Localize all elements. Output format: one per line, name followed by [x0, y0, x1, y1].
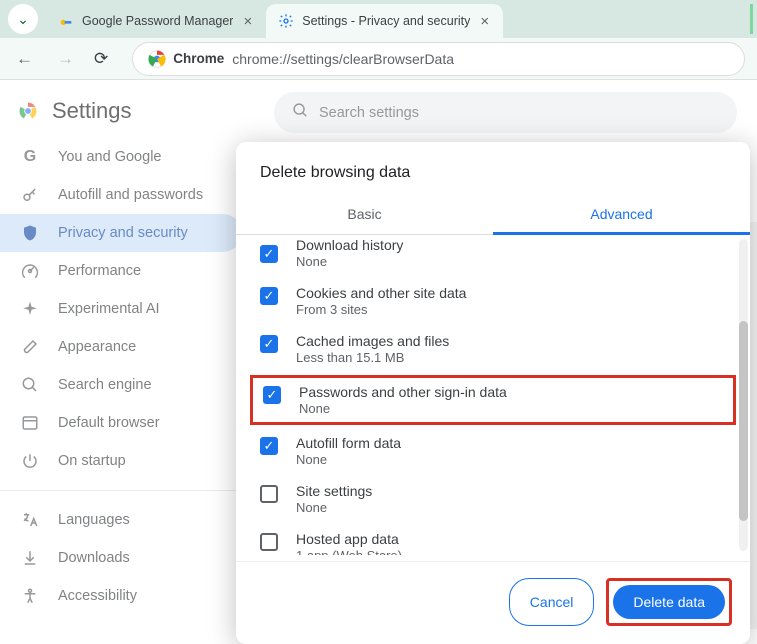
sidebar-item-search-engine[interactable]: Search engine — [0, 366, 242, 404]
checkbox[interactable] — [260, 485, 278, 503]
sidebar-item-label: On startup — [58, 453, 126, 469]
sidebar-item-label: Performance — [58, 263, 141, 279]
delete-data-button[interactable]: Delete data — [613, 585, 725, 619]
sidebar-item-on-startup[interactable]: On startup — [0, 442, 242, 480]
browser-tab[interactable]: Settings - Privacy and security × — [266, 4, 503, 38]
lang-icon — [20, 511, 40, 529]
sidebar-item-default-browser[interactable]: Default browser — [0, 404, 242, 442]
sidebar-item-languages[interactable]: Languages — [0, 501, 242, 539]
checkbox[interactable]: ✓ — [260, 335, 278, 353]
checkbox-sublabel: From 3 sites — [296, 302, 466, 317]
highlight-annotation: ✓ Passwords and other sign-in dataNone — [250, 375, 736, 425]
sidebar-item-downloads[interactable]: Downloads — [0, 539, 242, 577]
checkbox-label: Hosted app data — [296, 531, 402, 547]
scrollbar[interactable] — [739, 239, 748, 551]
checkbox-row: ✓ Cookies and other site dataFrom 3 sites — [236, 277, 750, 325]
cancel-button[interactable]: Cancel — [509, 578, 595, 626]
profile-button[interactable]: ⌄ — [8, 4, 38, 34]
delete-browsing-data-dialog: Delete browsing data Basic Advanced ✓ Dow… — [236, 142, 750, 644]
sidebar-item-label: Accessibility — [58, 588, 137, 604]
checkbox-label: Passwords and other sign-in data — [299, 384, 507, 400]
sidebar-item-label: Autofill and passwords — [58, 187, 203, 203]
checkbox-row: ✓ Autofill form dataNone — [236, 427, 750, 475]
chrome-icon — [18, 101, 38, 121]
divider — [0, 490, 254, 491]
tab-basic[interactable]: Basic — [236, 196, 493, 234]
G-icon: G — [20, 148, 40, 166]
sidebar-item-autofill-and-passwords[interactable]: Autofill and passwords — [0, 176, 242, 214]
checkbox[interactable]: ✓ — [263, 386, 281, 404]
address-bar[interactable]: Chrome chrome://settings/clearBrowserDat… — [132, 42, 745, 76]
sidebar-item-privacy-and-security[interactable]: Privacy and security — [0, 214, 242, 252]
sidebar-item-performance[interactable]: Performance — [0, 252, 242, 290]
checkbox-label: Site settings — [296, 483, 372, 499]
checkbox-label: Cookies and other site data — [296, 285, 466, 301]
sidebar-item-experimental-ai[interactable]: Experimental AI — [0, 290, 242, 328]
checkbox-row: ✓ Download historyNone — [236, 235, 750, 277]
checkbox[interactable]: ✓ — [260, 245, 278, 263]
sidebar-item-label: Downloads — [58, 550, 130, 566]
checkbox[interactable] — [260, 533, 278, 551]
sidebar-item-appearance[interactable]: Appearance — [0, 328, 242, 366]
page-title: Settings — [52, 98, 132, 124]
sidebar-item-label: Search engine — [58, 377, 152, 393]
tab-advanced[interactable]: Advanced — [493, 196, 750, 234]
search-icon — [20, 376, 40, 394]
sidebar-item-label: Default browser — [58, 415, 160, 431]
checkbox-sublabel: None — [296, 452, 401, 467]
a11y-icon — [20, 587, 40, 605]
sidebar-item-you-and-google[interactable]: G You and Google — [0, 138, 242, 176]
key-icon — [20, 186, 40, 204]
highlight-annotation: Delete data — [606, 578, 732, 626]
back-button[interactable]: ← — [12, 45, 37, 73]
checkbox-sublabel: Less than 15.1 MB — [296, 350, 449, 365]
tab-title: Google Password Manager — [82, 14, 233, 28]
reload-button[interactable]: ⟳ — [94, 49, 108, 69]
checkbox[interactable]: ✓ — [260, 437, 278, 455]
checkbox-sublabel: None — [296, 254, 403, 269]
checkbox-row: ✓ Cached images and filesLess than 15.1 M… — [236, 325, 750, 373]
search-settings-input[interactable]: Search settings — [274, 92, 737, 133]
checkbox[interactable]: ✓ — [260, 287, 278, 305]
checkbox-sublabel: None — [299, 401, 507, 416]
checkbox-row: Site settingsNone — [236, 475, 750, 523]
power-icon — [20, 452, 40, 470]
sidebar-item-label: Experimental AI — [58, 301, 160, 317]
site-chip: Chrome — [147, 49, 224, 69]
scrollbar[interactable] — [750, 222, 757, 629]
spark-icon — [20, 300, 40, 318]
forward-button[interactable]: → — [53, 45, 78, 73]
window-indicator — [750, 4, 753, 34]
brush-icon — [20, 338, 40, 356]
speed-icon — [20, 262, 40, 280]
sidebar-item-label: Languages — [58, 512, 130, 528]
search-placeholder: Search settings — [319, 105, 419, 121]
chevron-down-icon: ⌄ — [17, 11, 29, 28]
chrome-icon — [147, 49, 167, 69]
sidebar-item-label: You and Google — [58, 149, 161, 165]
password-manager-icon — [58, 13, 74, 29]
browser-tab[interactable]: Google Password Manager × — [46, 4, 266, 38]
tab-title: Settings - Privacy and security — [302, 14, 470, 28]
checkbox-row: Hosted app data1 app (Web Store) — [236, 523, 750, 555]
checkbox-label: Autofill form data — [296, 435, 401, 451]
checkbox-sublabel: None — [296, 500, 372, 515]
sidebar-item-label: Appearance — [58, 339, 136, 355]
browser-icon — [20, 414, 40, 432]
shield-icon — [20, 224, 40, 242]
dialog-title: Delete browsing data — [236, 142, 750, 196]
scrollbar-thumb[interactable] — [739, 321, 748, 521]
settings-gear-icon — [278, 13, 294, 29]
url-text: chrome://settings/clearBrowserData — [232, 51, 454, 67]
download-icon — [20, 549, 40, 567]
checkbox-row: ✓ Passwords and other sign-in dataNone — [261, 382, 725, 418]
search-icon — [292, 102, 309, 123]
close-icon[interactable]: × — [478, 13, 491, 30]
checkbox-sublabel: 1 app (Web Store) — [296, 548, 402, 555]
close-icon[interactable]: × — [241, 13, 254, 30]
sidebar-item-label: Privacy and security — [58, 225, 188, 241]
checkbox-label: Cached images and files — [296, 333, 449, 349]
checkbox-label: Download history — [296, 237, 403, 253]
sidebar-item-accessibility[interactable]: Accessibility — [0, 577, 242, 615]
